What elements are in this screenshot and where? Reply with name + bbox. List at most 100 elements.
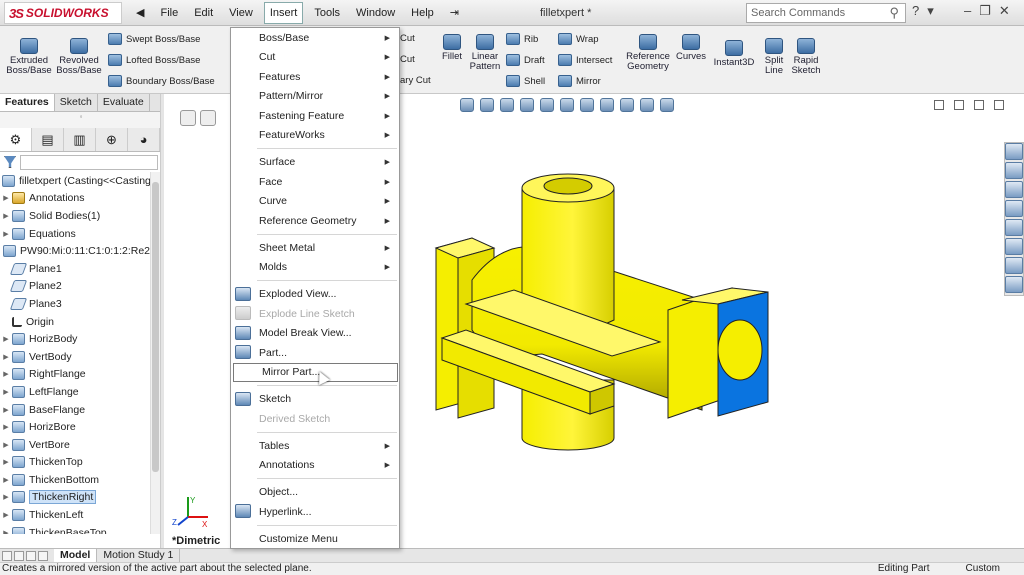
boundary-cut-button[interactable]: ary Cut xyxy=(400,75,431,86)
menu-item-reference-geometry[interactable]: Reference Geometry ▶ xyxy=(231,211,399,230)
menu-item-face[interactable]: Face ▶ xyxy=(231,172,399,191)
expand-arrow-icon[interactable]: ▶ xyxy=(0,194,12,202)
tree-item[interactable]: ▶ Annotations xyxy=(0,190,150,208)
shell-button[interactable]: Shell xyxy=(506,75,545,87)
boundary-boss-button[interactable]: Boundary Boss/Base xyxy=(108,75,215,87)
tree-item[interactable]: Plane2 xyxy=(0,278,150,296)
expand-arrow-icon[interactable]: ▶ xyxy=(0,476,12,484)
restore-icon[interactable]: ❐ xyxy=(979,3,991,19)
tree-item[interactable]: Plane3 xyxy=(0,295,150,313)
edit-appearance-icon[interactable] xyxy=(620,98,634,112)
design-library-icon[interactable] xyxy=(1005,162,1023,179)
chat-icon[interactable] xyxy=(1005,276,1023,293)
home-icon[interactable] xyxy=(1005,143,1023,160)
instant3d-button[interactable]: Instant3D xyxy=(710,40,758,68)
tab-motion-study[interactable]: Motion Study 1 xyxy=(97,549,181,562)
menu-item-customize-menu[interactable]: Customize Menu xyxy=(231,529,399,548)
minimize-icon[interactable]: – xyxy=(964,3,971,19)
menu-item-annotations[interactable]: Annotations ▶ xyxy=(231,456,399,475)
appearances-icon[interactable] xyxy=(1005,219,1023,236)
expand-arrow-icon[interactable]: ▶ xyxy=(0,230,12,238)
menu-item-exploded-view[interactable]: Exploded View... xyxy=(231,285,399,304)
dynamic-annotation-icon[interactable] xyxy=(540,98,554,112)
menu-item-boss-base[interactable]: Boss/Base ▶ xyxy=(231,28,399,47)
menu-item-hyperlink[interactable]: Hyperlink... xyxy=(231,502,399,521)
rapid-sketch-button[interactable]: Rapid Sketch xyxy=(790,38,822,76)
mirror-button[interactable]: Mirror xyxy=(558,75,601,87)
custom-properties-icon[interactable] xyxy=(1005,238,1023,255)
menu-item-model-break-view[interactable]: Model Break View... xyxy=(231,324,399,343)
menu-item-cut[interactable]: Cut ▶ xyxy=(231,48,399,67)
forum-icon[interactable] xyxy=(1005,257,1023,274)
tree-item[interactable]: ▶ Solid Bodies(1) xyxy=(0,207,150,225)
menu-item-object[interactable]: Object... xyxy=(231,483,399,502)
last-tab-icon[interactable] xyxy=(38,550,48,561)
viewport-tile-icon[interactable] xyxy=(954,100,964,110)
tree-item[interactable]: ▶ ThickenRight xyxy=(0,489,150,507)
menu-file[interactable]: File xyxy=(152,0,186,26)
3d-part-model[interactable] xyxy=(432,170,772,452)
draft-button[interactable]: Draft xyxy=(506,54,545,66)
curves-button[interactable]: Curves xyxy=(674,34,708,62)
wrap-button[interactable]: Wrap xyxy=(558,33,599,45)
view-palette-icon[interactable] xyxy=(1005,200,1023,217)
view-settings-icon[interactable] xyxy=(660,98,674,112)
expand-arrow-icon[interactable]: ▶ xyxy=(0,441,12,449)
tab-features[interactable]: Features xyxy=(0,94,55,111)
zoom-area-icon[interactable] xyxy=(480,98,494,112)
cut-button-2[interactable]: Cut xyxy=(400,54,415,65)
property-manager-icon[interactable]: ▤ xyxy=(32,128,64,151)
units-selector[interactable]: Custom xyxy=(966,563,1000,575)
expand-arrow-icon[interactable]: ▶ xyxy=(0,370,12,378)
view-cube-icon[interactable] xyxy=(200,110,216,126)
lofted-boss-button[interactable]: Lofted Boss/Base xyxy=(108,54,200,66)
file-explorer-icon[interactable] xyxy=(1005,181,1023,198)
solidworks-logo[interactable]: 3S SOLIDWORKS xyxy=(4,2,122,24)
menu-view[interactable]: View xyxy=(221,0,261,26)
user-icon[interactable]: ▾ xyxy=(927,3,934,19)
expand-arrow-icon[interactable]: ▶ xyxy=(0,493,12,501)
zoom-fit-icon[interactable] xyxy=(460,98,474,112)
tab-sketch[interactable]: Sketch xyxy=(55,94,98,111)
filter-icon[interactable] xyxy=(4,156,16,168)
next-tab-icon[interactable] xyxy=(26,550,36,561)
menu-item-curve[interactable]: Curve ▶ xyxy=(231,192,399,211)
search-icon[interactable]: ⚲ xyxy=(889,5,899,21)
menu-window[interactable]: Window xyxy=(348,0,403,26)
expand-arrow-icon[interactable]: ▶ xyxy=(0,406,12,414)
previous-view-icon[interactable] xyxy=(500,98,514,112)
tree-item[interactable]: ▶ ThickenTop xyxy=(0,454,150,472)
tree-root[interactable]: filletxpert (Casting<<Casting> xyxy=(0,172,150,190)
swept-boss-button[interactable]: Swept Boss/Base xyxy=(108,33,200,45)
tree-item[interactable]: ▶ HorizBody xyxy=(0,330,150,348)
dimxpert-icon[interactable]: ⊕ xyxy=(96,128,128,151)
tree-item[interactable]: ▶ VertBore xyxy=(0,436,150,454)
menu-edit[interactable]: Edit xyxy=(186,0,221,26)
display-style-icon[interactable] xyxy=(580,98,594,112)
tree-item[interactable]: Origin xyxy=(0,313,150,331)
expand-arrow-icon[interactable]: ▶ xyxy=(0,458,12,466)
intersect-button[interactable]: Intersect xyxy=(558,54,612,66)
pin-menu-icon[interactable]: ⇥ xyxy=(442,0,467,26)
menu-item-molds[interactable]: Molds ▶ xyxy=(231,258,399,277)
fillet-button[interactable]: Fillet xyxy=(438,34,466,62)
menu-item-features[interactable]: Features ▶ xyxy=(231,67,399,86)
tree-item[interactable]: ▶ RightFlange xyxy=(0,366,150,384)
apply-scene-icon[interactable] xyxy=(640,98,654,112)
cut-button-1[interactable]: Cut xyxy=(400,33,415,44)
tree-item[interactable]: ▶ ThickenLeft xyxy=(0,506,150,524)
panel-collapse-handle[interactable]: ◦ xyxy=(0,112,162,128)
search-commands-input[interactable]: Search Commands ⚲ xyxy=(746,3,906,23)
help-icon[interactable]: ? xyxy=(912,3,919,19)
menu-tools[interactable]: Tools xyxy=(306,0,348,26)
menu-insert[interactable]: Insert xyxy=(263,2,304,24)
tree-item[interactable]: ▶ ThickenBaseTop xyxy=(0,524,150,534)
view-orientation-icon[interactable] xyxy=(180,110,196,126)
tree-item[interactable]: ▶ VertBody xyxy=(0,348,150,366)
menu-item-pattern-mirror[interactable]: Pattern/Mirror ▶ xyxy=(231,87,399,106)
first-tab-icon[interactable] xyxy=(2,550,12,561)
rib-button[interactable]: Rib xyxy=(506,33,538,45)
reference-geometry-button[interactable]: Reference Geometry xyxy=(624,34,672,72)
split-line-button[interactable]: Split Line xyxy=(760,38,788,76)
tree-scrollbar[interactable] xyxy=(150,172,160,534)
